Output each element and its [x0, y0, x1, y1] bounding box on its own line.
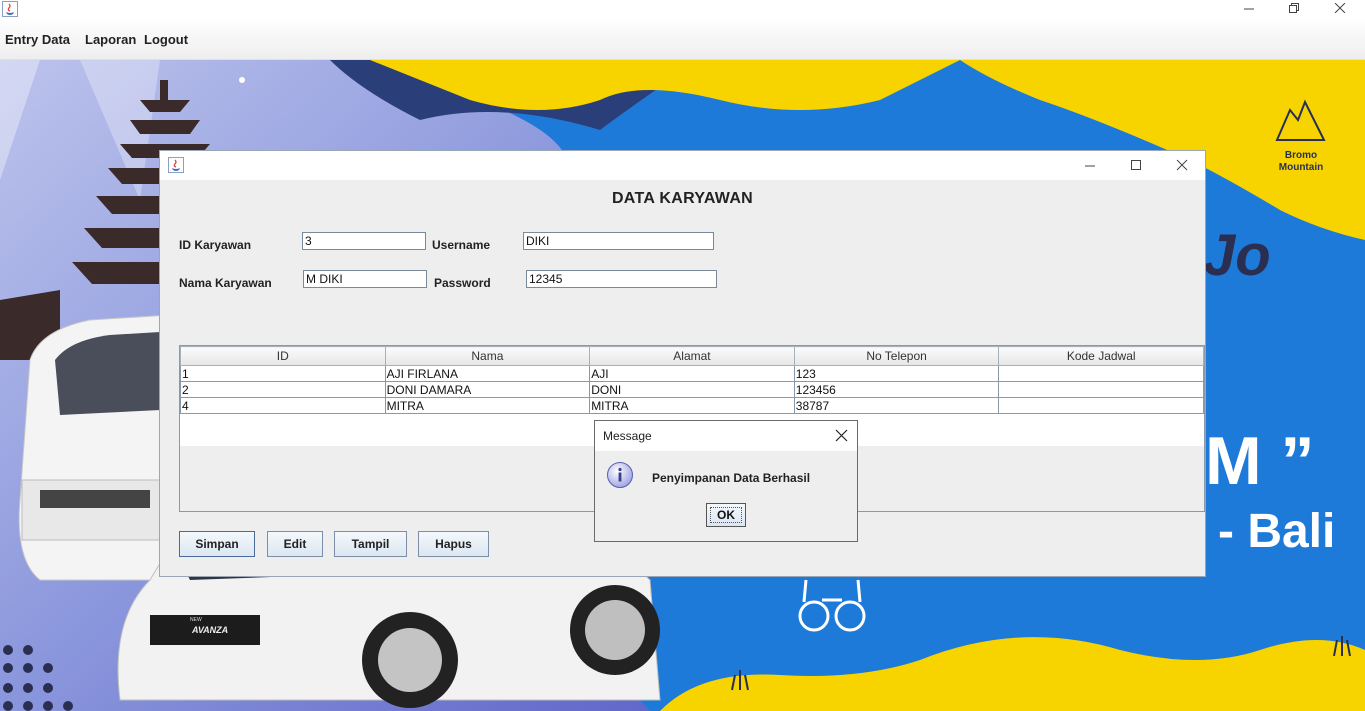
frame-maximize-button[interactable]	[1130, 158, 1146, 172]
info-icon	[606, 461, 634, 489]
table-cell[interactable]: 2	[180, 381, 386, 398]
hapus-button[interactable]: Hapus	[418, 531, 489, 557]
dialog-titlebar: Message	[595, 421, 857, 451]
form-title: DATA KARYAWAN	[611, 190, 754, 207]
bg-text-fragment-m: M ”	[1205, 423, 1315, 499]
dialog-title: Message	[603, 429, 652, 443]
restore-button[interactable]	[1279, 0, 1309, 16]
table-cell[interactable]	[998, 397, 1204, 414]
frame-close-button[interactable]	[1176, 158, 1192, 172]
bromo-logo-text: Bromo Mountain	[1272, 150, 1330, 174]
nama-karyawan-field[interactable]	[303, 270, 427, 288]
col-header-nama[interactable]: Nama	[384, 346, 591, 366]
table-cell[interactable]: MITRA	[384, 397, 591, 414]
col-header-kode-jadwal[interactable]: Kode Jadwal	[998, 346, 1204, 366]
ok-button-label: OK	[717, 508, 735, 522]
bg-text-fragment-jo: Jo	[1203, 223, 1271, 288]
nama-karyawan-label: Nama Karyawan	[179, 276, 272, 290]
menu-entry-data[interactable]: Entry Data	[5, 32, 70, 47]
frame-minimize-button[interactable]	[1084, 159, 1100, 173]
maximize-icon	[1131, 160, 1141, 170]
car-badge-small: NEW	[190, 617, 202, 623]
close-button[interactable]	[1325, 0, 1355, 16]
message-dialog: Message Penyimpanan Data Berhasil OK	[594, 420, 858, 542]
col-header-id[interactable]: ID	[180, 346, 386, 366]
table-cell[interactable]: 123456	[793, 381, 1000, 398]
java-app-icon	[2, 1, 18, 17]
dialog-close-button[interactable]	[835, 429, 849, 443]
menu-laporan[interactable]: Laporan	[85, 32, 136, 47]
username-label: Username	[432, 238, 491, 252]
table-cell[interactable]	[998, 381, 1204, 398]
edit-button[interactable]: Edit	[267, 531, 323, 557]
ok-button[interactable]: OK	[706, 503, 746, 527]
minimize-icon	[1244, 8, 1254, 10]
close-icon	[1335, 3, 1345, 13]
bg-text-fragment-bali: - Bali	[1218, 505, 1336, 558]
table-row[interactable]: 4 MITRA MITRA 38787	[180, 397, 1204, 414]
table-cell[interactable]: 38787	[793, 397, 1000, 414]
close-icon	[1176, 159, 1188, 171]
logo-line2: Mountain	[1278, 162, 1324, 173]
username-field[interactable]	[523, 232, 714, 250]
tampil-button[interactable]: Tampil	[334, 531, 407, 557]
table-header-row: ID Nama Alamat No Telepon Kode Jadwal	[180, 346, 1204, 366]
table-cell[interactable]	[998, 365, 1204, 382]
table-cell[interactable]: DONI	[589, 381, 795, 398]
password-label: Password	[434, 276, 491, 290]
col-header-no-telepon[interactable]: No Telepon	[793, 346, 1000, 366]
logo-line1: Bromo	[1284, 150, 1318, 161]
col-header-alamat[interactable]: Alamat	[589, 346, 795, 366]
table-cell[interactable]: 123	[793, 365, 1000, 382]
dialog-message: Penyimpanan Data Berhasil	[652, 471, 811, 485]
menu-bar: Entry Data Laporan Logout	[0, 18, 1365, 60]
close-icon	[835, 429, 848, 442]
id-karyawan-field[interactable]	[302, 232, 426, 250]
minimize-icon	[1085, 165, 1095, 167]
minimize-button[interactable]	[1234, 0, 1264, 16]
table-cell[interactable]: 1	[180, 365, 386, 382]
internal-frame-titlebar	[160, 151, 1205, 180]
table-cell[interactable]: AJI FIRLANA	[384, 365, 591, 382]
restore-icon	[1289, 3, 1299, 13]
table-cell[interactable]: MITRA	[589, 397, 795, 414]
id-karyawan-label: ID Karyawan	[179, 238, 252, 252]
table-cell[interactable]: DONI DAMARA	[384, 381, 591, 398]
table-cell[interactable]: AJI	[589, 365, 795, 382]
password-field[interactable]	[526, 270, 717, 288]
java-frame-icon	[168, 157, 184, 173]
karyawan-table[interactable]: ID Nama Alamat No Telepon Kode Jadwal 1 …	[180, 346, 1204, 414]
main-titlebar	[0, 0, 1365, 18]
table-cell[interactable]: 4	[180, 397, 386, 414]
simpan-button[interactable]: Simpan	[179, 531, 255, 557]
car-badge: AVANZA	[192, 625, 229, 635]
table-row[interactable]: 2 DONI DAMARA DONI 123456	[180, 381, 1204, 398]
table-row[interactable]: 1 AJI FIRLANA AJI 123	[180, 365, 1204, 382]
menu-logout[interactable]: Logout	[144, 32, 188, 47]
